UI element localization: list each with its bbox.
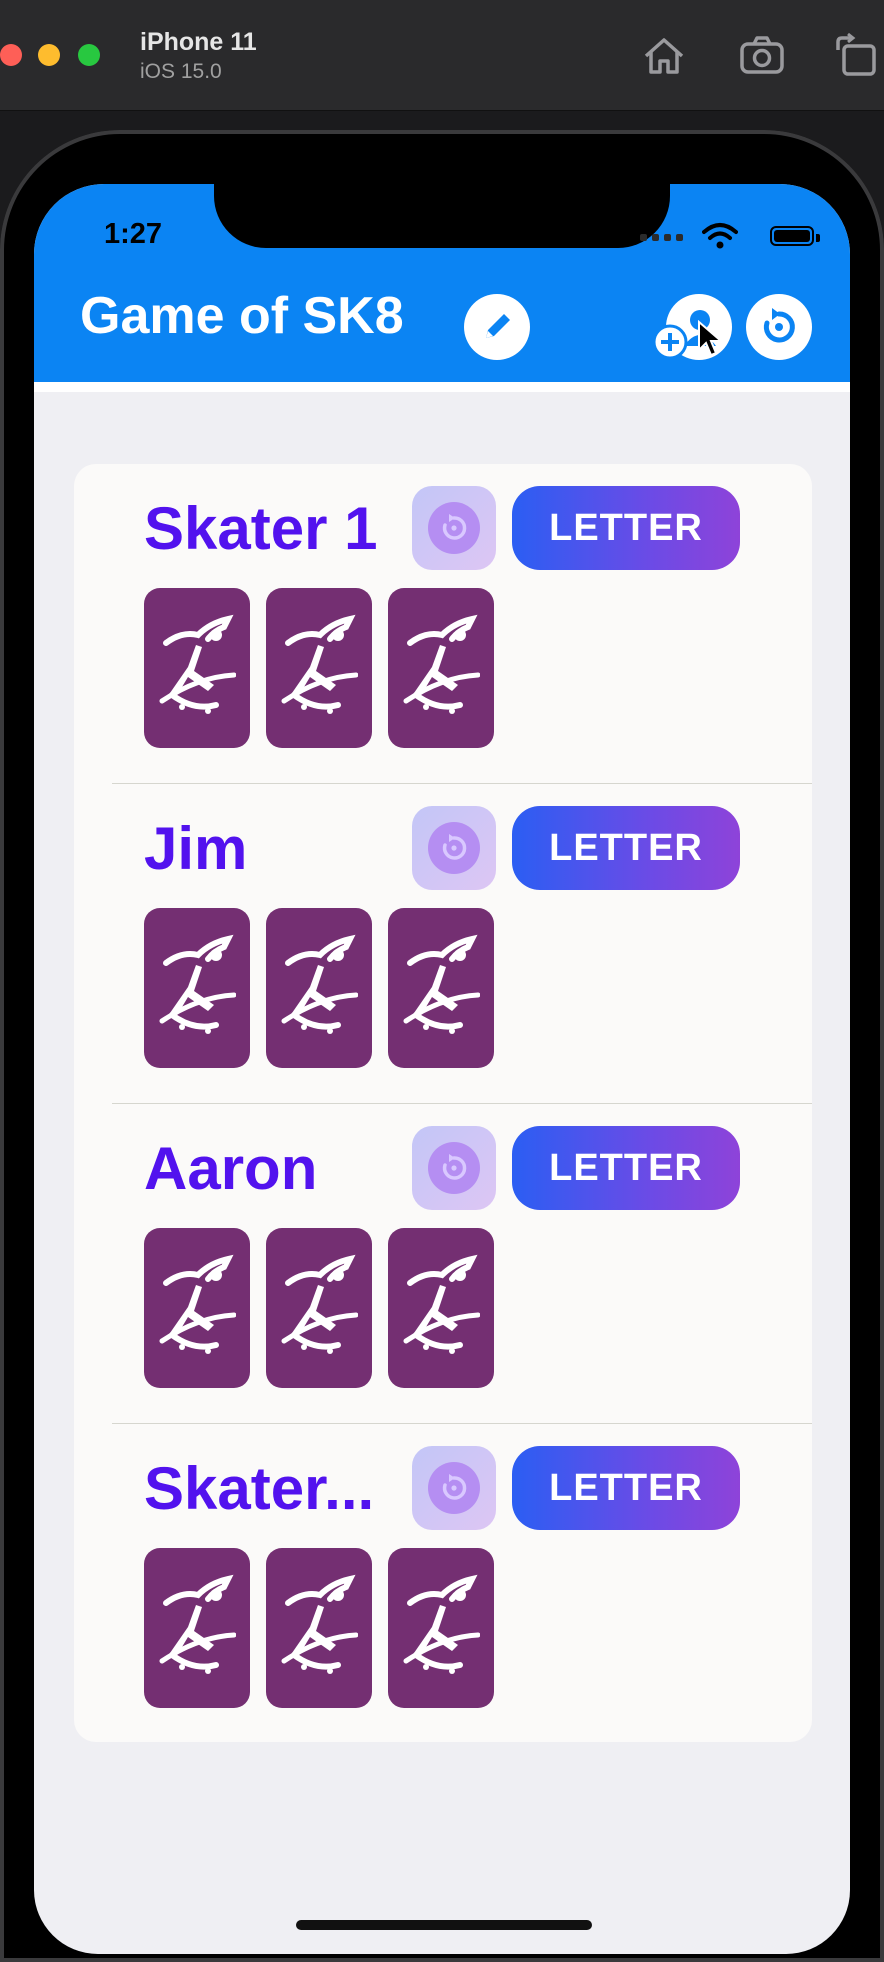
letter-tile: [144, 1548, 250, 1708]
home-icon[interactable]: [640, 32, 688, 78]
letter-tile: [144, 908, 250, 1068]
letter-tile: [266, 588, 372, 748]
device-notch: [214, 184, 670, 248]
undo-letter-button[interactable]: [412, 486, 496, 570]
player-row: Aaron LETTER: [74, 1104, 812, 1424]
screenshot-icon[interactable]: [738, 32, 786, 78]
letter-tile: [144, 588, 250, 748]
rotate-icon[interactable]: [832, 32, 880, 78]
letter-button[interactable]: LETTER: [512, 486, 740, 570]
add-plus-badge-icon: [652, 324, 688, 360]
players-card: Skater 1 LETTER Jim LETTER Aaron LETTER …: [74, 464, 812, 1742]
skater-icon: [403, 1254, 480, 1354]
status-icons: [640, 222, 820, 252]
close-window-button[interactable]: [0, 44, 22, 66]
minimize-window-button[interactable]: [38, 44, 60, 66]
player-name: Aaron: [144, 1135, 318, 1202]
simulator-os-version: iOS 15.0: [140, 60, 222, 83]
undo-letter-button[interactable]: [412, 806, 496, 890]
player-row: Skater... LETTER: [74, 1424, 812, 1744]
skater-icon: [159, 1574, 236, 1674]
edit-button[interactable]: [464, 294, 530, 360]
letter-tile: [144, 1228, 250, 1388]
mouse-cursor-icon: [698, 320, 724, 357]
edit-pencil-icon: [486, 314, 510, 338]
skater-icon: [281, 1254, 358, 1354]
letter-tile: [388, 1228, 494, 1388]
letter-tile: [388, 908, 494, 1068]
player-name: Skater...: [144, 1455, 375, 1522]
player-name: Skater 1: [144, 495, 378, 562]
skater-icon: [403, 1574, 480, 1674]
player-row: Skater 1 LETTER: [74, 464, 812, 784]
app-screen: 1:27 Game of SK8 Skater 1 LETTER Jim LET…: [34, 184, 850, 1954]
status-time: 1:27: [104, 218, 163, 250]
letter-button[interactable]: LETTER: [512, 806, 740, 890]
skater-icon: [281, 614, 358, 714]
player-name: Jim: [144, 815, 248, 882]
undo-letter-button[interactable]: [412, 1126, 496, 1210]
letter-tile: [388, 1548, 494, 1708]
reset-game-button[interactable]: [746, 294, 812, 360]
skater-icon: [159, 614, 236, 714]
letter-button[interactable]: LETTER: [512, 1446, 740, 1530]
letter-tile: [388, 588, 494, 748]
skater-icon: [281, 934, 358, 1034]
undo-icon: [442, 834, 467, 860]
skater-icon: [403, 934, 480, 1034]
zoom-window-button[interactable]: [78, 44, 100, 66]
letter-tile: [266, 908, 372, 1068]
skater-icon: [159, 934, 236, 1034]
skater-icon: [159, 1254, 236, 1354]
skater-icon: [403, 614, 480, 714]
letter-button[interactable]: LETTER: [512, 1126, 740, 1210]
undo-letter-button[interactable]: [412, 1446, 496, 1530]
wifi-icon: [702, 223, 738, 249]
undo-icon: [442, 1154, 467, 1180]
player-row: Jim LETTER: [74, 784, 812, 1104]
simulator-titlebar: iPhone 11 iOS 15.0: [0, 0, 884, 111]
letter-tile: [266, 1548, 372, 1708]
header-divider: [34, 382, 850, 392]
simulator-device-name: iPhone 11: [140, 28, 257, 56]
undo-icon: [442, 1474, 467, 1500]
home-indicator[interactable]: [296, 1920, 592, 1930]
skater-icon: [281, 1574, 358, 1674]
letter-tile: [266, 1228, 372, 1388]
reset-game-icon: [763, 308, 795, 343]
app-title: Game of SK8: [80, 287, 404, 345]
battery-icon: [770, 226, 814, 246]
undo-icon: [442, 514, 467, 540]
app-header: 1:27 Game of SK8: [34, 184, 850, 382]
